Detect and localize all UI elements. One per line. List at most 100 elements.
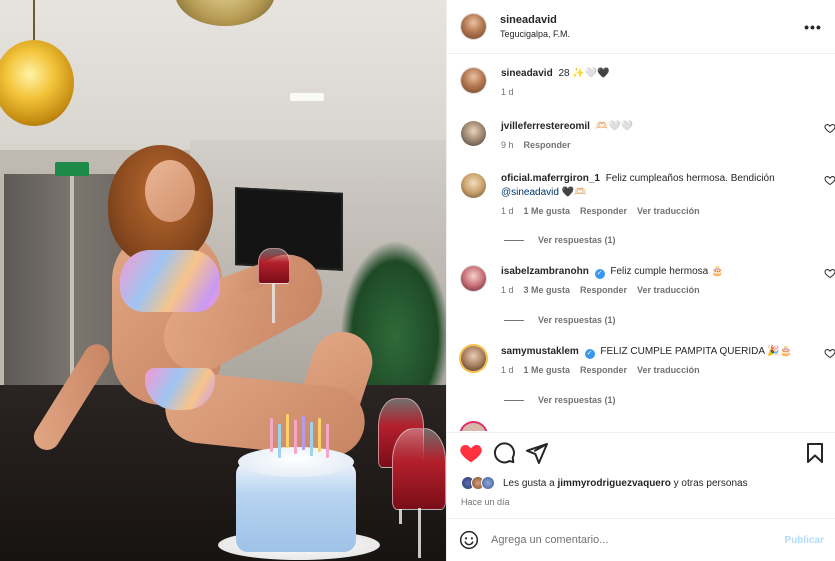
- view-replies-button[interactable]: Ver respuestas (1): [504, 315, 616, 325]
- liker-avatars: [461, 476, 499, 490]
- photo-candle: [310, 422, 313, 456]
- comment-username[interactable]: samymustaklem: [501, 346, 579, 357]
- more-options-icon[interactable]: •••: [803, 17, 823, 37]
- comment-avatar[interactable]: [461, 346, 486, 371]
- comment-line: samymustaklem ✓ FELIZ CUMPLE PAMPITA QUE…: [501, 345, 812, 359]
- translate-button[interactable]: Ver traducción: [637, 206, 700, 216]
- caption-line: sineadavid 28 ✨🤍🖤: [501, 67, 812, 81]
- comment-time: 1 d: [501, 206, 514, 216]
- liker-avatar: [481, 476, 495, 490]
- verified-badge-icon: ✓: [584, 349, 595, 359]
- share-icon[interactable]: [525, 441, 549, 465]
- photo-candle: [294, 420, 297, 454]
- bookmark-icon[interactable]: [803, 441, 827, 465]
- comment-line: isabelzambranohn ✓ Feliz cumple hermosa …: [501, 265, 812, 279]
- comment-body: oficial.maferrgiron_1 Feliz cumpleaños h…: [501, 172, 835, 216]
- likes-summary[interactable]: Les gusta a jimmyrodriguezvaquero y otra…: [461, 476, 748, 490]
- comment-text: 🫶🏻🤍🤍: [595, 121, 634, 132]
- view-replies-label: Ver respuestas (1): [538, 235, 616, 245]
- comment-time: 9 h: [501, 140, 514, 150]
- emoji-icon[interactable]: [459, 530, 479, 550]
- photo-candle: [278, 424, 281, 458]
- caption-username[interactable]: sineadavid: [501, 68, 553, 79]
- caption-text: 28 ✨🤍🖤: [558, 68, 610, 79]
- view-replies-line: [504, 239, 524, 241]
- comment-text-after: 🖤🫶🏻: [561, 187, 587, 198]
- translate-button[interactable]: Ver traducción: [637, 285, 700, 295]
- comment-mention-link[interactable]: @sineadavid: [501, 187, 559, 198]
- comment-meta: 9 h Responder: [501, 140, 812, 150]
- comment-item: oficial.maferrgiron_1 Feliz cumpleaños h…: [461, 172, 835, 216]
- photo-wine-glass-2-stem: [418, 508, 421, 558]
- post-location[interactable]: Tegucigalpa, F.M.: [500, 29, 803, 39]
- action-icons: [459, 441, 829, 467]
- post-photo[interactable]: [0, 0, 446, 561]
- comment-username[interactable]: isabelzambranohn: [501, 266, 589, 277]
- comment-likes-count[interactable]: 1 Me gusta: [524, 206, 571, 216]
- comment-line: oficial.maferrgiron_1 Feliz cumpleaños h…: [501, 172, 812, 200]
- author-username[interactable]: sineadavid: [500, 14, 803, 26]
- view-replies-label: Ver respuestas (1): [538, 315, 616, 325]
- comment-line: jvilleferrestereomil 🫶🏻🤍🤍: [501, 120, 812, 134]
- comment-item: samymustaklem ✓ FELIZ CUMPLE PAMPITA QUE…: [461, 345, 835, 375]
- photo-wine-glass-stem: [272, 283, 275, 323]
- comments-list[interactable]: sineadavid 28 ✨🤍🖤 1 d jvilleferrestereom…: [447, 55, 835, 431]
- comment-body: isabelzambranohn ✓ Feliz cumple hermosa …: [501, 265, 835, 295]
- comment-likes-count[interactable]: 3 Me gusta: [524, 285, 571, 295]
- caption-time: 1 d: [501, 87, 514, 97]
- translate-button[interactable]: Ver traducción: [637, 365, 700, 375]
- photo-candle: [326, 424, 329, 458]
- comment-avatar[interactable]: [461, 266, 486, 291]
- comment-item: jvilleferrestereomil 🫶🏻🤍🤍 9 h Responder: [461, 120, 835, 150]
- comment-time: 1 d: [501, 285, 514, 295]
- reply-button[interactable]: Responder: [580, 206, 627, 216]
- post-time: Hace un día: [461, 497, 510, 507]
- reply-button[interactable]: Responder: [580, 285, 627, 295]
- comment-text: Feliz cumpleaños hermosa. Bendición: [605, 173, 775, 184]
- heart-filled-icon[interactable]: [459, 441, 483, 465]
- comment-input[interactable]: [491, 534, 785, 546]
- likes-prefix: Les gusta a: [503, 477, 555, 489]
- comment-item: isabelzambranohn ✓ Feliz cumple hermosa …: [461, 265, 835, 295]
- comment-likes-count[interactable]: 1 Me gusta: [524, 365, 571, 375]
- photo-lamp-cord: [33, 0, 35, 42]
- photo-bikini-top: [120, 250, 220, 312]
- comment-avatar[interactable]: [461, 121, 486, 146]
- view-replies-line: [504, 399, 524, 401]
- reply-button[interactable]: Responder: [580, 365, 627, 375]
- comment-icon[interactable]: [492, 441, 516, 465]
- likes-suffix[interactable]: y otras personas: [674, 478, 748, 489]
- post-header: sineadavid Tegucigalpa, F.M. •••: [447, 0, 835, 54]
- likes-user[interactable]: jimmyrodriguezvaquero: [558, 478, 671, 489]
- comment-like-heart-icon[interactable]: [824, 122, 835, 134]
- comment-like-heart-icon[interactable]: [824, 267, 835, 279]
- comment-username[interactable]: jvilleferrestereomil: [501, 121, 590, 132]
- comment-text: Feliz cumple hermosa 🎂: [610, 266, 724, 277]
- comment-like-heart-icon[interactable]: [824, 174, 835, 186]
- caption-body: sineadavid 28 ✨🤍🖤 1 d: [501, 67, 835, 97]
- comment-meta: 1 d 1 Me gusta Responder Ver traducción: [501, 365, 812, 375]
- comment-text: FELIZ CUMPLE PAMPITA QUERIDA 🎉🎂: [600, 346, 793, 357]
- comment-like-heart-icon[interactable]: [824, 347, 835, 359]
- author-avatar[interactable]: [461, 14, 486, 39]
- publish-button[interactable]: Publicar: [785, 535, 824, 546]
- photo-ceiling-light: [290, 93, 324, 101]
- view-replies-button[interactable]: Ver respuestas (1): [504, 235, 616, 245]
- view-replies-button[interactable]: Ver respuestas (1): [504, 395, 616, 405]
- verified-badge-icon: ✓: [594, 269, 605, 279]
- caption-avatar[interactable]: [461, 68, 486, 93]
- caption: sineadavid 28 ✨🤍🖤 1 d: [461, 67, 835, 97]
- comment-body: samymustaklem ✓ FELIZ CUMPLE PAMPITA QUE…: [501, 345, 835, 375]
- reply-button[interactable]: Responder: [524, 140, 571, 150]
- photo-face: [145, 160, 195, 222]
- instagram-post-view: sineadavid Tegucigalpa, F.M. ••• sineada…: [0, 0, 835, 561]
- photo-exit-sign: [55, 162, 89, 176]
- photo-candle: [318, 418, 321, 452]
- post-side-panel: sineadavid Tegucigalpa, F.M. ••• sineada…: [446, 0, 835, 561]
- photo-wine-glass-held: [258, 248, 290, 284]
- comment-meta: 1 d 1 Me gusta Responder Ver traducción: [501, 206, 812, 216]
- comment-composer: Publicar: [447, 518, 835, 561]
- comment-avatar[interactable]: [461, 173, 486, 198]
- comment-username[interactable]: oficial.maferrgiron_1: [501, 173, 600, 184]
- comment-avatar-partial[interactable]: [461, 423, 486, 431]
